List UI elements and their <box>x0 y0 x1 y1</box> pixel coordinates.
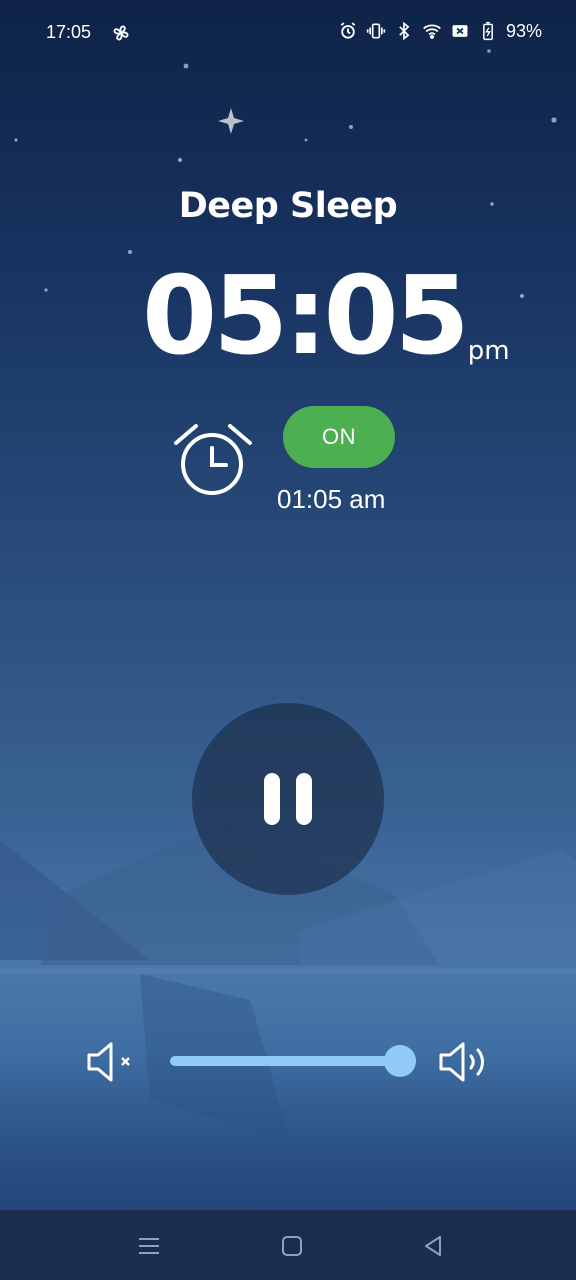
status-icons: 93% <box>338 20 542 42</box>
clock-time: 05:05 <box>142 254 470 379</box>
pause-icon <box>256 773 320 825</box>
clock-ampm: pm <box>467 336 510 366</box>
volume-slider-fill <box>170 1056 400 1066</box>
back-icon[interactable] <box>420 1232 448 1260</box>
alarm-clock-icon[interactable] <box>172 424 254 500</box>
sparkle-star <box>218 108 244 134</box>
volume-slider[interactable] <box>170 1045 416 1077</box>
clock-display: 05:05 pm <box>142 262 510 372</box>
menu-icon[interactable] <box>135 1232 163 1260</box>
pause-button[interactable] <box>192 703 384 895</box>
volume-mute-icon[interactable] <box>86 1040 134 1084</box>
volume-max-icon[interactable] <box>438 1040 492 1084</box>
battery-icon <box>483 21 493 41</box>
home-icon[interactable] <box>278 1232 306 1260</box>
alarm-clock-icon <box>340 22 356 39</box>
no-sim-icon <box>452 25 468 37</box>
wifi-icon <box>423 24 441 39</box>
status-time: 17:05 <box>46 22 92 42</box>
alarm-time[interactable]: 01:05 am <box>277 484 385 515</box>
sound-title: Deep Sleep <box>178 186 398 226</box>
vibrate-icon <box>366 23 386 39</box>
volume-slider-thumb[interactable] <box>384 1045 416 1077</box>
navigation-bar <box>0 1210 576 1280</box>
status-bar: 17:05 93% <box>0 0 576 66</box>
bluetooth-icon <box>399 21 410 41</box>
fan-icon <box>113 25 129 41</box>
battery-percent: 93% <box>505 20 542 41</box>
alarm-toggle-button[interactable]: ON <box>283 406 395 468</box>
